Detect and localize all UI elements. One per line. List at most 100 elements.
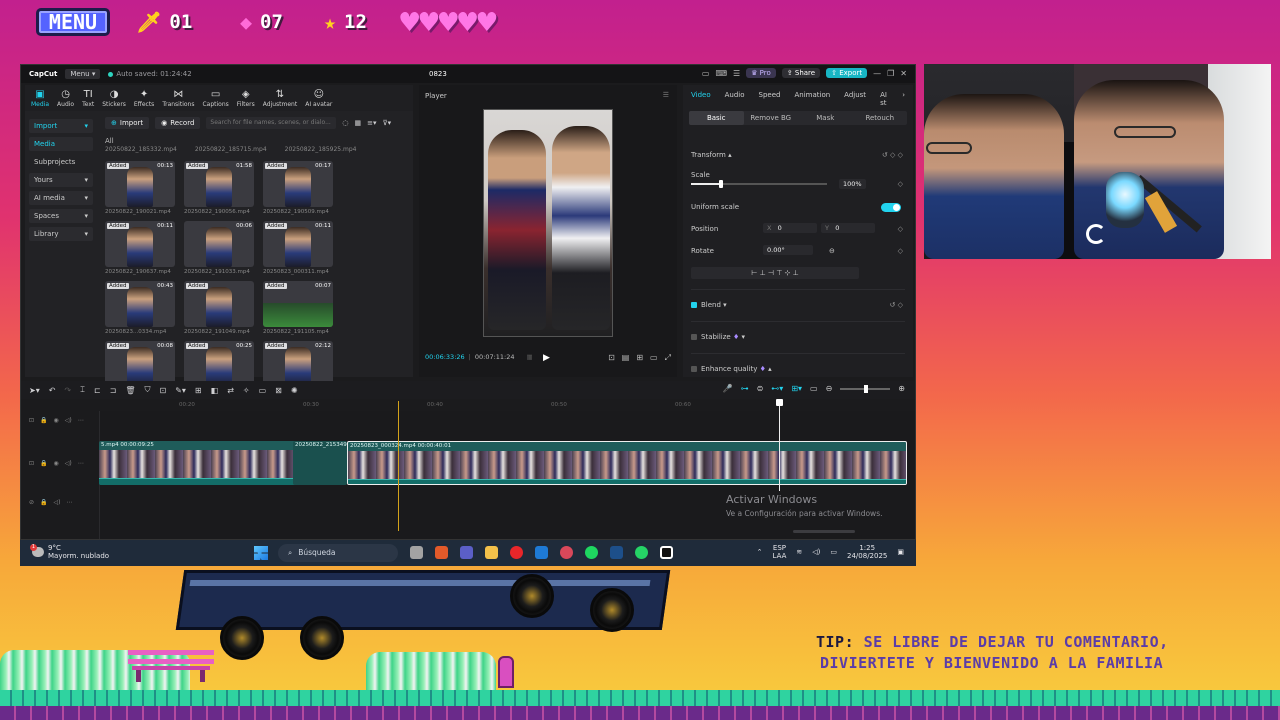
tab-animation[interactable]: Animation <box>794 91 830 99</box>
media-clip[interactable]: Added 00:07 20250822_191105.mp4 <box>263 281 333 337</box>
zoom-in-icon[interactable]: ⊕ <box>898 384 905 393</box>
track-toggle-icon[interactable]: ⊘ <box>29 499 34 506</box>
stabilize-header[interactable]: Stabilize ♦ ▾ <box>691 333 745 341</box>
media-clip[interactable]: Added 00:13 20250822_190021.mp4 <box>105 161 175 217</box>
brave-icon[interactable] <box>435 546 448 559</box>
keyframe-tool-icon[interactable]: ✎▾ <box>175 386 186 395</box>
blend-header[interactable]: Blend ▾ <box>691 301 727 309</box>
screen-icon[interactable]: ▭ <box>259 386 267 395</box>
crop-icon[interactable]: ⊡ <box>160 386 167 395</box>
clip-thumbnail[interactable]: Added 01:58 <box>184 161 254 207</box>
subtab-basic[interactable]: Basic <box>689 111 744 125</box>
subtab-remove-bg[interactable]: Remove BG <box>744 111 799 125</box>
capcut-icon[interactable] <box>660 546 673 559</box>
align-buttons[interactable]: ⊢ ⊥ ⊣ ⊤ ⊹ ⊥ <box>691 267 859 279</box>
spotify-icon[interactable] <box>585 546 598 559</box>
clip-thumbnail[interactable]: Added 00:11 <box>263 221 333 267</box>
fit-icon[interactable]: ⊞ <box>636 353 643 363</box>
menu-dropdown[interactable]: Menu ▾ <box>65 69 101 79</box>
more-icon[interactable]: ⋯ <box>66 499 72 506</box>
enhance-header[interactable]: Enhance quality ♦ ▴ <box>691 365 772 373</box>
snap-icon[interactable]: ⊷▾ <box>771 384 783 393</box>
close-icon[interactable]: ✕ <box>900 69 907 78</box>
filter-icon[interactable]: ⊽▾ <box>383 119 392 127</box>
media-clip[interactable]: Added 20250822_191049.mp4 <box>184 281 254 337</box>
teams-icon[interactable] <box>460 546 473 559</box>
notification-icon[interactable]: ▣ <box>897 548 904 556</box>
tool-transitions[interactable]: ⋈ Transitions <box>162 89 194 108</box>
link-icon[interactable]: ⊶ <box>741 384 749 393</box>
tool-filters[interactable]: ◈ Filters <box>237 89 255 108</box>
blend-reset-icon[interactable]: ↺ ◇ <box>890 301 903 309</box>
media-search-input[interactable]: Search for file names, scenes, or dialo.… <box>206 117 337 129</box>
clip-thumbnail[interactable]: Added 00:13 <box>105 161 175 207</box>
language-indicator[interactable]: ESP LAA <box>773 544 787 560</box>
sort-icon[interactable]: ≡▾ <box>367 119 376 127</box>
position-keyframe-icon[interactable]: ◇ <box>898 225 903 233</box>
rotate-input[interactable]: 0.00° <box>763 245 813 255</box>
position-y-input[interactable]: Y 0 <box>821 223 875 233</box>
lock-icon[interactable]: 🔒 <box>40 499 47 506</box>
wifi-icon[interactable]: ≋ <box>796 548 802 556</box>
audio-icon[interactable]: ◁) <box>54 499 61 506</box>
tool-ai-avatar[interactable]: ☺ AI avatar <box>305 89 332 108</box>
tab-video[interactable]: Video <box>691 91 711 99</box>
clip-thumbnail[interactable]: Added 00:43 <box>105 281 175 327</box>
share-button[interactable]: ⇪ Share <box>781 68 821 78</box>
eye-icon[interactable]: ◉ <box>54 460 59 467</box>
tab-ai-st[interactable]: AI st <box>880 91 888 107</box>
fullscreen-icon[interactable]: ⤢ <box>665 353 671 363</box>
scale-slider[interactable] <box>691 180 827 188</box>
battery-icon[interactable]: ▭ <box>830 548 837 556</box>
whatsapp-icon[interactable] <box>635 546 648 559</box>
microphone-icon[interactable]: 🎤 <box>723 384 733 393</box>
media-clip[interactable]: Added 00:17 20250822_190509.mp4 <box>263 161 333 217</box>
clip-thumbnail[interactable]: Added 00:17 <box>263 161 333 207</box>
scale-value[interactable]: 100% <box>839 179 866 189</box>
crop-icon[interactable]: ⊡ <box>608 353 615 363</box>
outlook-icon[interactable] <box>535 546 548 559</box>
timeline-scrollbar[interactable] <box>793 530 855 533</box>
video-preview[interactable] <box>483 109 613 337</box>
record-button[interactable]: ◉ Record <box>155 117 201 129</box>
rotate-dash-icon[interactable]: ⊖ <box>829 247 835 255</box>
mirror-icon[interactable]: ⇄ <box>227 386 234 395</box>
file-explorer-icon[interactable] <box>410 546 423 559</box>
grid-view-icon[interactable]: ▦ <box>355 119 362 127</box>
keyboard-icon[interactable]: ⌨ <box>715 69 727 78</box>
media-clip[interactable]: 00:06 20250822_191033.mp4 <box>184 221 254 277</box>
track-toggle-icon[interactable]: ⊡ <box>29 417 34 424</box>
reverse-icon[interactable]: ◧ <box>211 386 219 395</box>
side-item-library[interactable]: Library ▾ <box>29 227 93 241</box>
photoshop-icon[interactable] <box>610 546 623 559</box>
blend-checkbox[interactable] <box>691 302 697 308</box>
reset-icon[interactable]: ↺ ◇ ◇ <box>882 151 903 159</box>
side-item-import[interactable]: Import ▾ <box>29 119 93 133</box>
chevron-up-icon[interactable]: ⌃ <box>757 548 763 556</box>
scale-slider-handle[interactable] <box>718 180 723 188</box>
clip-thumbnail[interactable]: Added 00:11 <box>105 221 175 267</box>
side-item-spaces[interactable]: Spaces ▾ <box>29 209 93 223</box>
windows-start-icon[interactable] <box>254 546 268 560</box>
layout-icon[interactable]: ▭ <box>702 69 710 78</box>
transform-icon[interactable]: ⊠ <box>275 386 282 395</box>
split-icon[interactable]: ⌶ <box>80 385 85 395</box>
tool-stickers[interactable]: ◑ Stickers <box>102 89 126 108</box>
tab-audio[interactable]: Audio <box>725 91 745 99</box>
clip-thumbnail[interactable]: Added <box>184 281 254 327</box>
player-menu-icon[interactable]: ☰ <box>663 91 669 99</box>
weather-widget[interactable]: 1 9°C Mayorm. nublado <box>30 544 109 560</box>
tool-captions[interactable]: ▭ Captions <box>202 89 228 108</box>
clock[interactable]: 1:25 24/08/2025 <box>847 544 887 560</box>
play-icon[interactable]: ▶ <box>543 353 550 363</box>
playhead[interactable] <box>776 399 783 491</box>
eye-icon[interactable]: ◉ <box>54 417 59 424</box>
delete-icon[interactable]: 🗑 <box>125 386 135 395</box>
timeline-ruler[interactable]: 00:20 00:30 00:40 00:50 00:60 <box>99 401 915 411</box>
side-item-subprojects[interactable]: Subprojects <box>29 155 93 169</box>
tool-adjustment[interactable]: ⇅ Adjustment <box>263 89 297 108</box>
clip-thumbnail[interactable]: Added 00:07 <box>263 281 333 327</box>
freeze-icon[interactable]: ⊞ <box>195 386 202 395</box>
uniform-scale-toggle[interactable] <box>881 203 901 212</box>
tool-media[interactable]: ▣ Media <box>31 89 49 108</box>
